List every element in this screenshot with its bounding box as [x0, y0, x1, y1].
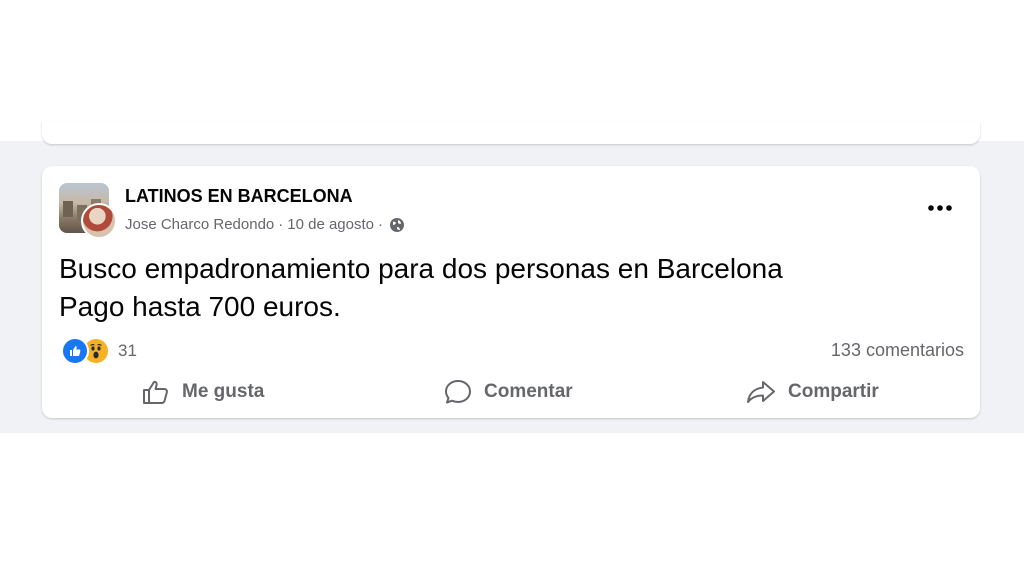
meta-separator: ·	[378, 216, 384, 233]
post-actions: Me gusta Comentar Compartir	[42, 372, 980, 412]
author-name-link[interactable]: Jose Charco Redondo	[125, 216, 274, 233]
thumbs-up-icon	[143, 380, 168, 404]
more-options-icon	[928, 205, 952, 211]
like-button[interactable]: Me gusta	[142, 372, 264, 412]
author-avatar[interactable]	[81, 203, 117, 239]
share-icon	[747, 381, 775, 403]
share-button[interactable]: Compartir	[746, 372, 879, 412]
previous-post-card	[42, 122, 980, 144]
comment-icon	[445, 380, 471, 404]
group-name-link[interactable]: LATINOS EN BARCELONA	[125, 186, 353, 207]
comment-button[interactable]: Comentar	[444, 372, 573, 412]
like-reaction-icon	[61, 337, 89, 365]
share-button-label: Compartir	[788, 381, 879, 402]
like-button-label: Me gusta	[182, 381, 265, 402]
post-text-line: Pago hasta 700 euros.	[59, 291, 341, 322]
globe-icon	[389, 217, 405, 233]
reaction-count: 31	[118, 341, 137, 360]
group-avatar[interactable]	[59, 183, 117, 239]
reactions-summary[interactable]: 31	[61, 337, 137, 365]
comment-button-label: Comentar	[484, 381, 573, 402]
comments-count-link[interactable]: 133 comentarios	[831, 340, 964, 361]
post-card: LATINOS EN BARCELONA Jose Charco Redondo…	[42, 166, 980, 418]
post-meta: Jose Charco Redondo · 10 de agosto ·	[125, 216, 405, 233]
more-options-button[interactable]	[922, 194, 958, 222]
post-text-line: Busco empadronamiento para dos personas …	[59, 253, 783, 284]
meta-separator: ·	[278, 216, 284, 233]
post-date-link[interactable]: 10 de agosto	[287, 216, 374, 233]
post-text: Busco empadronamiento para dos personas …	[59, 250, 783, 326]
